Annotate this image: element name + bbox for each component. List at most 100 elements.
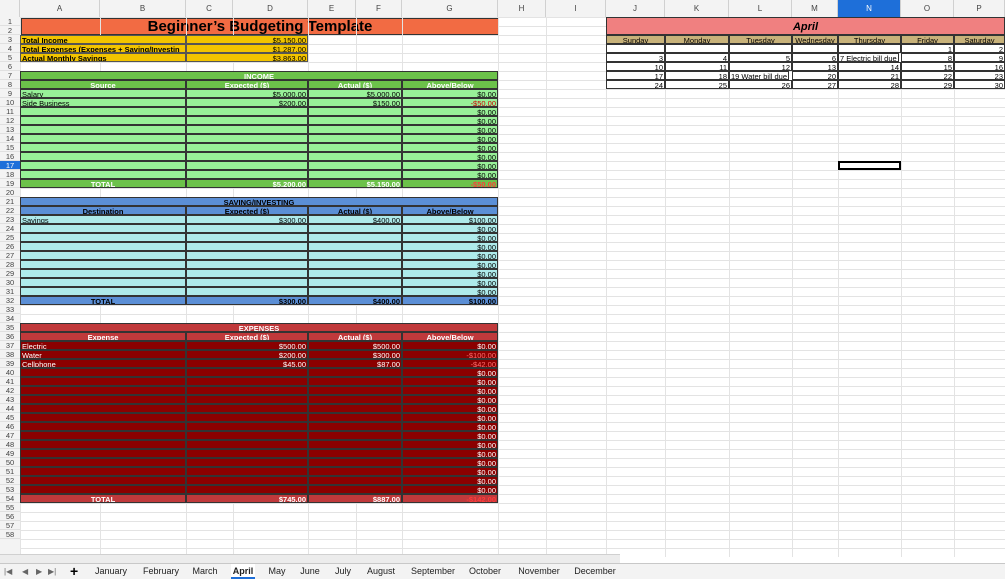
saving-total-cell[interactable]: $100.00 — [402, 296, 498, 305]
row-header-46[interactable]: 46 — [0, 422, 20, 431]
saving-cell[interactable] — [186, 242, 308, 251]
row-header-5[interactable]: 5 — [0, 53, 20, 62]
calendar-day-header[interactable]: Sunday — [606, 35, 665, 44]
income-cell[interactable] — [20, 125, 186, 134]
expenses-cell[interactable]: $300.00 — [308, 350, 402, 359]
row-header-55[interactable]: 55 — [0, 503, 20, 512]
saving-total-cell[interactable]: $400.00 — [308, 296, 402, 305]
saving-cell[interactable] — [308, 278, 402, 287]
expenses-cell[interactable] — [20, 386, 186, 395]
income-cell[interactable]: $0.00 — [402, 170, 498, 179]
expenses-cell[interactable] — [308, 422, 402, 431]
sheet-tab-january[interactable]: January — [92, 564, 130, 579]
row-header-26[interactable]: 26 — [0, 242, 20, 251]
row-header-28[interactable]: 28 — [0, 260, 20, 269]
calendar-day-cell[interactable]: 21 — [838, 71, 901, 80]
expenses-cell[interactable]: $0.00 — [402, 422, 498, 431]
row-header-53[interactable]: 53 — [0, 485, 20, 494]
row-header-39[interactable]: 39 — [0, 359, 20, 368]
income-col-header[interactable]: Source — [20, 80, 186, 89]
row-header-18[interactable]: 18 — [0, 170, 20, 179]
sheet-tab-may[interactable]: May — [266, 564, 288, 579]
calendar-day-cell[interactable]: 24 — [606, 80, 665, 89]
calendar-day-cell[interactable]: 1 — [901, 44, 954, 53]
row-header-47[interactable]: 47 — [0, 431, 20, 440]
column-header-c[interactable]: C — [186, 0, 233, 17]
expenses-cell[interactable] — [308, 449, 402, 458]
calendar-day-header[interactable]: Wednesday — [792, 35, 838, 44]
column-header-i[interactable]: I — [546, 0, 606, 17]
saving-cell[interactable]: $0.00 — [402, 233, 498, 242]
saving-cell[interactable]: $0.00 — [402, 269, 498, 278]
saving-cell[interactable] — [20, 233, 186, 242]
expenses-cell[interactable] — [308, 413, 402, 422]
income-cell[interactable] — [20, 134, 186, 143]
expenses-cell[interactable] — [186, 413, 308, 422]
expenses-cell[interactable] — [20, 476, 186, 485]
sheet-tab-march[interactable]: March — [190, 564, 220, 579]
row-header-6[interactable]: 6 — [0, 62, 20, 71]
income-cell[interactable] — [186, 143, 308, 152]
saving-cell[interactable] — [20, 278, 186, 287]
expenses-cell[interactable] — [20, 458, 186, 467]
income-cell[interactable] — [186, 107, 308, 116]
saving-section-header[interactable]: SAVING/INVESTING — [20, 197, 498, 206]
income-cell[interactable] — [308, 143, 402, 152]
expenses-cell[interactable]: $0.00 — [402, 449, 498, 458]
saving-cell[interactable] — [20, 269, 186, 278]
calendar-day-cell[interactable]: 28 — [838, 80, 901, 89]
saving-total-cell[interactable]: TOTAL — [20, 296, 186, 305]
sheet-tab-june[interactable]: June — [298, 564, 322, 579]
row-header-24[interactable]: 24 — [0, 224, 20, 233]
income-cell[interactable] — [308, 170, 402, 179]
column-header-j[interactable]: J — [606, 0, 665, 17]
expenses-cell[interactable] — [20, 431, 186, 440]
income-cell[interactable] — [20, 152, 186, 161]
income-cell[interactable] — [20, 143, 186, 152]
sheet-tab-august[interactable]: August — [365, 564, 397, 579]
saving-cell[interactable] — [20, 224, 186, 233]
income-cell[interactable] — [186, 134, 308, 143]
add-sheet-icon[interactable]: + — [70, 564, 78, 579]
row-header-48[interactable]: 48 — [0, 440, 20, 449]
row-header-13[interactable]: 13 — [0, 125, 20, 134]
expenses-cell[interactable]: $0.00 — [402, 476, 498, 485]
row-header-41[interactable]: 41 — [0, 377, 20, 386]
saving-cell[interactable]: Savings — [20, 215, 186, 224]
expenses-cell[interactable]: $0.00 — [402, 485, 498, 494]
expenses-cell[interactable]: $0.00 — [402, 458, 498, 467]
calendar-day-header[interactable]: Thursday — [838, 35, 901, 44]
expenses-cell[interactable] — [308, 467, 402, 476]
expenses-cell[interactable] — [308, 440, 402, 449]
income-cell[interactable] — [308, 107, 402, 116]
expenses-cell[interactable] — [186, 377, 308, 386]
expenses-cell[interactable]: $0.00 — [402, 404, 498, 413]
sheet-tab-september[interactable]: September — [410, 564, 456, 579]
saving-cell[interactable] — [20, 260, 186, 269]
income-col-header[interactable]: Actual ($) — [308, 80, 402, 89]
saving-cell[interactable] — [308, 224, 402, 233]
expenses-total-cell[interactable]: $887.00 — [308, 494, 402, 503]
row-header-34[interactable]: 34 — [0, 314, 20, 323]
column-header-m[interactable]: M — [792, 0, 838, 17]
expenses-cell[interactable] — [186, 449, 308, 458]
income-cell[interactable]: $5,000.00 — [308, 89, 402, 98]
row-header-19[interactable]: 19 — [0, 179, 20, 188]
column-header-o[interactable]: O — [901, 0, 954, 17]
income-cell[interactable]: $0.00 — [402, 143, 498, 152]
income-cell[interactable] — [186, 161, 308, 170]
income-cell[interactable]: $5,000.00 — [186, 89, 308, 98]
expenses-cell[interactable]: -$100.00 — [402, 350, 498, 359]
calendar-day-cell[interactable]: 26 — [729, 80, 792, 89]
income-total-cell[interactable]: $5,200.00 — [186, 179, 308, 188]
calendar-day-cell[interactable]: 25 — [665, 80, 729, 89]
calendar-day-cell[interactable]: 15 — [901, 62, 954, 71]
income-cell[interactable] — [308, 116, 402, 125]
expenses-cell[interactable]: $45.00 — [186, 359, 308, 368]
expenses-cell[interactable]: $0.00 — [402, 368, 498, 377]
row-header-32[interactable]: 32 — [0, 296, 20, 305]
expenses-cell[interactable]: $0.00 — [402, 386, 498, 395]
expenses-total-cell[interactable]: -$142.00 — [402, 494, 498, 503]
calendar-day-cell[interactable] — [606, 44, 665, 53]
saving-cell[interactable] — [186, 251, 308, 260]
